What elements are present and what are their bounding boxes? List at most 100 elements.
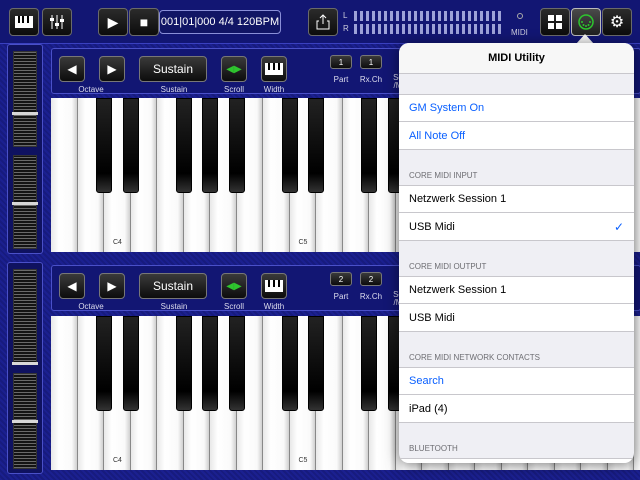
width-button[interactable] — [261, 56, 287, 82]
black-key[interactable] — [281, 316, 298, 411]
midi-input-item-usb[interactable]: USB Midi ✓ — [399, 213, 634, 241]
midi-label: MIDI — [511, 28, 528, 37]
key-label: C5 — [298, 457, 308, 464]
meter-left-label: L — [343, 11, 348, 20]
settings-button[interactable]: ⚙ — [602, 8, 632, 36]
black-key[interactable] — [96, 98, 112, 193]
slider-knob[interactable] — [12, 362, 38, 365]
octave-label: Octave — [78, 85, 104, 94]
core-midi-input-header: CORE MIDI INPUT — [409, 171, 478, 180]
black-key[interactable] — [175, 98, 192, 193]
play-icon: ▶ — [107, 13, 119, 30]
core-midi-output-header: CORE MIDI OUTPUT — [409, 262, 487, 271]
white-key[interactable] — [634, 316, 640, 470]
side-slider-panel-2 — [7, 262, 43, 474]
slider-knob[interactable] — [12, 420, 38, 423]
rx-channel-selector[interactable]: 1 — [360, 55, 382, 69]
network-search-button[interactable]: Search — [399, 367, 634, 395]
black-key[interactable] — [122, 316, 139, 411]
black-key[interactable] — [361, 98, 377, 193]
key-label: C4 — [113, 239, 122, 246]
rx-channel-label: Rx.Ch — [359, 292, 383, 301]
octave-up-button[interactable]: ▶ — [99, 273, 125, 299]
width-label: Width — [263, 85, 285, 94]
midi-utility-popover: MIDI Utility GM System On All Note Off C… — [399, 43, 634, 463]
sustain-button[interactable]: Sustain — [139, 56, 207, 82]
arrow-left-icon: ◀ — [67, 62, 77, 76]
keyboard-icon — [15, 16, 33, 28]
scroll-arrows-icon: ◀▶ — [226, 280, 242, 292]
black-key[interactable] — [228, 98, 245, 193]
gm-system-on-button[interactable]: GM System On — [399, 94, 634, 122]
scroll-arrows-icon: ◀▶ — [226, 63, 242, 75]
width-button[interactable] — [261, 273, 287, 299]
black-key[interactable] — [96, 316, 112, 411]
white-key[interactable] — [51, 98, 78, 252]
part-selector[interactable]: 1 — [330, 55, 352, 69]
black-key[interactable] — [308, 98, 324, 193]
sustain-label: Sustain — [160, 302, 188, 311]
keyboard-view-button[interactable] — [9, 8, 39, 36]
black-key[interactable] — [281, 98, 298, 193]
pitch-slider[interactable] — [12, 155, 38, 249]
white-key[interactable] — [634, 98, 640, 252]
grid-view-button[interactable] — [540, 8, 570, 36]
grid-icon — [548, 15, 562, 29]
slider-knob[interactable] — [12, 112, 38, 115]
sustain-button[interactable]: Sustain — [139, 273, 207, 299]
part-label: Part — [333, 75, 349, 84]
play-button[interactable]: ▶ — [98, 8, 128, 36]
mixer-button[interactable] — [42, 8, 72, 36]
bluetooth-list-area — [399, 458, 634, 463]
network-contacts-header: CORE MIDI NETWORK CONTACTS — [409, 353, 540, 362]
arrow-right-icon: ▶ — [107, 62, 117, 76]
midi-input-item-netzwerk[interactable]: Netzwerk Session 1 — [399, 185, 634, 213]
keyboard-width-icon — [265, 63, 283, 75]
side-slider-panel-1 — [7, 44, 43, 254]
octave-up-button[interactable]: ▶ — [99, 56, 125, 82]
arrow-right-icon: ▶ — [107, 279, 117, 293]
share-button[interactable] — [308, 8, 338, 36]
key-label: C5 — [298, 239, 308, 246]
midi-output-item-usb[interactable]: USB Midi — [399, 304, 634, 332]
black-key[interactable] — [202, 316, 218, 411]
gear-icon: ⚙ — [609, 14, 625, 31]
black-key[interactable] — [361, 316, 377, 411]
slider-knob[interactable] — [12, 202, 38, 205]
mixer-icon — [50, 15, 64, 29]
black-key[interactable] — [228, 316, 245, 411]
bluetooth-header: BLUETOOTH — [409, 444, 458, 453]
scroll-label: Scroll — [223, 85, 244, 94]
rx-channel-label: Rx.Ch — [359, 75, 383, 84]
transport-display[interactable]: 001|01|000 4/4 120BPM — [159, 10, 281, 34]
scroll-button[interactable]: ◀▶ — [221, 273, 247, 299]
black-key[interactable] — [175, 316, 192, 411]
key-label: C4 — [113, 457, 122, 464]
part-label: Part — [333, 292, 349, 301]
keyboard-width-icon — [265, 280, 283, 292]
black-key[interactable] — [122, 98, 139, 193]
octave-down-button[interactable]: ◀ — [59, 273, 85, 299]
octave-down-button[interactable]: ◀ — [59, 56, 85, 82]
scroll-button[interactable]: ◀▶ — [221, 56, 247, 82]
share-icon — [316, 14, 330, 30]
pitch-slider[interactable] — [12, 373, 38, 469]
white-key[interactable] — [51, 316, 78, 470]
stop-button[interactable]: ■ — [129, 8, 159, 36]
midi-utility-button[interactable] — [571, 8, 601, 36]
black-key[interactable] — [308, 316, 324, 411]
midi-output-item-netzwerk[interactable]: Netzwerk Session 1 — [399, 276, 634, 304]
popover-title: MIDI Utility — [399, 43, 634, 74]
scroll-label: Scroll — [223, 302, 244, 311]
rx-channel-selector[interactable]: 2 — [360, 272, 382, 286]
part-selector[interactable]: 2 — [330, 272, 352, 286]
modulation-slider[interactable] — [12, 51, 38, 147]
modulation-slider[interactable] — [12, 269, 38, 365]
network-contact-item[interactable]: iPad (4) — [399, 395, 634, 423]
all-note-off-button[interactable]: All Note Off — [399, 122, 634, 150]
stop-icon: ■ — [139, 14, 149, 30]
level-meter-left — [354, 11, 502, 21]
black-key[interactable] — [202, 98, 218, 193]
top-toolbar: ▶ ■ 001|01|000 4/4 120BPM L R MIDI ⚙ — [0, 0, 640, 44]
arrow-left-icon: ◀ — [67, 279, 77, 293]
